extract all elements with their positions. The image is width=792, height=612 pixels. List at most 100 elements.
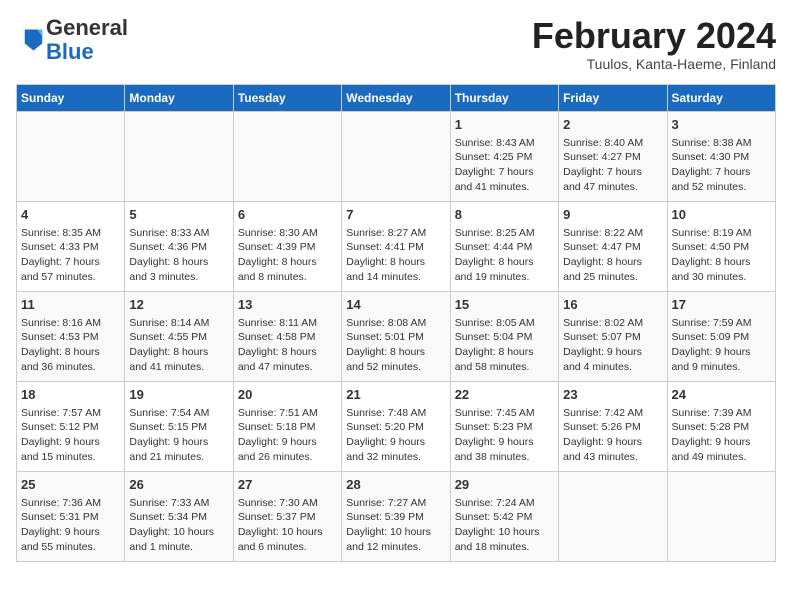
day-number: 26 (129, 476, 228, 494)
page-header: General Blue February 2024 Tuulos, Kanta… (16, 16, 776, 72)
day-number: 27 (238, 476, 337, 494)
header-cell-thursday: Thursday (450, 84, 558, 111)
day-detail: Sunrise: 8:40 AM Sunset: 4:27 PM Dayligh… (563, 136, 662, 195)
day-detail: Sunrise: 7:42 AM Sunset: 5:26 PM Dayligh… (563, 406, 662, 465)
day-number: 15 (455, 296, 554, 314)
day-cell: 7 Sunrise: 8:27 AM Sunset: 4:41 PM Daylig… (342, 201, 450, 291)
week-row-4: 25Sunrise: 7:36 AM Sunset: 5:31 PM Dayli… (17, 471, 776, 561)
week-row-0: 1Sunrise: 8:43 AM Sunset: 4:25 PM Daylig… (17, 111, 776, 201)
day-number: 16 (563, 296, 662, 314)
header-cell-saturday: Saturday (667, 84, 775, 111)
day-number: 12 (129, 296, 228, 314)
week-row-1: 4 Sunrise: 8:35 AM Sunset: 4:33 PM Daylig… (17, 201, 776, 291)
day-detail: Sunrise: 8:22 AM Sunset: 4:47 PM Dayligh… (563, 226, 662, 285)
day-detail: Sunrise: 7:45 AM Sunset: 5:23 PM Dayligh… (455, 406, 554, 465)
day-detail: Sunrise: 8:30 AM Sunset: 4:39 PM Dayligh… (238, 226, 337, 285)
calendar-body: 1Sunrise: 8:43 AM Sunset: 4:25 PM Daylig… (17, 111, 776, 561)
day-cell (17, 111, 125, 201)
logo: General Blue (16, 16, 128, 64)
day-number: 13 (238, 296, 337, 314)
day-cell: 19 Sunrise: 7:54 AM Sunset: 5:15 PM Dayli… (125, 381, 233, 471)
day-cell (125, 111, 233, 201)
day-cell: 29 Sunrise: 7:24 AM Sunset: 5:42 PM Dayli… (450, 471, 558, 561)
day-cell: 2 Sunrise: 8:40 AM Sunset: 4:27 PM Daylig… (559, 111, 667, 201)
day-number: 2 (563, 116, 662, 134)
header-row: SundayMondayTuesdayWednesdayThursdayFrid… (17, 84, 776, 111)
month-title: February 2024 (532, 16, 776, 56)
header-cell-monday: Monday (125, 84, 233, 111)
day-detail: Sunrise: 7:36 AM Sunset: 5:31 PM Dayligh… (21, 496, 120, 555)
day-cell: 5Sunrise: 8:33 AM Sunset: 4:36 PM Daylig… (125, 201, 233, 291)
day-cell: 6 Sunrise: 8:30 AM Sunset: 4:39 PM Daylig… (233, 201, 341, 291)
logo-general: General (46, 15, 128, 40)
day-number: 3 (672, 116, 771, 134)
logo-blue: Blue (46, 39, 94, 64)
day-cell: 8 Sunrise: 8:25 AM Sunset: 4:44 PM Daylig… (450, 201, 558, 291)
day-number: 28 (346, 476, 445, 494)
header-cell-wednesday: Wednesday (342, 84, 450, 111)
day-cell (233, 111, 341, 201)
day-number: 4 (21, 206, 120, 224)
day-number: 24 (672, 386, 771, 404)
day-number: 29 (455, 476, 554, 494)
day-number: 9 (563, 206, 662, 224)
day-cell (559, 471, 667, 561)
day-cell: 15 Sunrise: 8:05 AM Sunset: 5:04 PM Dayli… (450, 291, 558, 381)
day-number: 22 (455, 386, 554, 404)
calendar-table: SundayMondayTuesdayWednesdayThursdayFrid… (16, 84, 776, 562)
day-cell: 1Sunrise: 8:43 AM Sunset: 4:25 PM Daylig… (450, 111, 558, 201)
day-number: 11 (21, 296, 120, 314)
header-cell-tuesday: Tuesday (233, 84, 341, 111)
header-cell-friday: Friday (559, 84, 667, 111)
day-cell: 28 Sunrise: 7:27 AM Sunset: 5:39 PM Dayli… (342, 471, 450, 561)
day-number: 10 (672, 206, 771, 224)
day-number: 7 (346, 206, 445, 224)
day-detail: Sunrise: 8:19 AM Sunset: 4:50 PM Dayligh… (672, 226, 771, 285)
day-cell: 9 Sunrise: 8:22 AM Sunset: 4:47 PM Daylig… (559, 201, 667, 291)
day-cell: 21 Sunrise: 7:48 AM Sunset: 5:20 PM Dayli… (342, 381, 450, 471)
day-detail: Sunrise: 7:51 AM Sunset: 5:18 PM Dayligh… (238, 406, 337, 465)
day-cell: 20 Sunrise: 7:51 AM Sunset: 5:18 PM Dayli… (233, 381, 341, 471)
day-number: 20 (238, 386, 337, 404)
day-detail: Sunrise: 8:27 AM Sunset: 4:41 PM Dayligh… (346, 226, 445, 285)
day-cell: 17Sunrise: 7:59 AM Sunset: 5:09 PM Dayli… (667, 291, 775, 381)
day-cell: 23 Sunrise: 7:42 AM Sunset: 5:26 PM Dayli… (559, 381, 667, 471)
day-detail: Sunrise: 8:02 AM Sunset: 5:07 PM Dayligh… (563, 316, 662, 375)
day-detail: Sunrise: 8:11 AM Sunset: 4:58 PM Dayligh… (238, 316, 337, 375)
day-number: 14 (346, 296, 445, 314)
location: Tuulos, Kanta-Haeme, Finland (532, 56, 776, 72)
day-number: 8 (455, 206, 554, 224)
logo-icon (16, 26, 44, 54)
day-detail: Sunrise: 8:35 AM Sunset: 4:33 PM Dayligh… (21, 226, 120, 285)
day-cell (667, 471, 775, 561)
day-cell: 13 Sunrise: 8:11 AM Sunset: 4:58 PM Dayli… (233, 291, 341, 381)
day-detail: Sunrise: 7:27 AM Sunset: 5:39 PM Dayligh… (346, 496, 445, 555)
calendar-header: SundayMondayTuesdayWednesdayThursdayFrid… (17, 84, 776, 111)
day-detail: Sunrise: 8:25 AM Sunset: 4:44 PM Dayligh… (455, 226, 554, 285)
day-number: 21 (346, 386, 445, 404)
day-detail: Sunrise: 8:05 AM Sunset: 5:04 PM Dayligh… (455, 316, 554, 375)
day-detail: Sunrise: 8:38 AM Sunset: 4:30 PM Dayligh… (672, 136, 771, 195)
day-number: 19 (129, 386, 228, 404)
day-number: 1 (455, 116, 554, 134)
day-cell: 10 Sunrise: 8:19 AM Sunset: 4:50 PM Dayli… (667, 201, 775, 291)
day-detail: Sunrise: 8:08 AM Sunset: 5:01 PM Dayligh… (346, 316, 445, 375)
day-detail: Sunrise: 7:48 AM Sunset: 5:20 PM Dayligh… (346, 406, 445, 465)
day-number: 5 (129, 206, 228, 224)
day-cell: 3 Sunrise: 8:38 AM Sunset: 4:30 PM Daylig… (667, 111, 775, 201)
day-cell: 14 Sunrise: 8:08 AM Sunset: 5:01 PM Dayli… (342, 291, 450, 381)
day-detail: Sunrise: 7:57 AM Sunset: 5:12 PM Dayligh… (21, 406, 120, 465)
day-number: 18 (21, 386, 120, 404)
day-detail: Sunrise: 7:33 AM Sunset: 5:34 PM Dayligh… (129, 496, 228, 555)
day-cell: 16 Sunrise: 8:02 AM Sunset: 5:07 PM Dayli… (559, 291, 667, 381)
title-area: February 2024 Tuulos, Kanta-Haeme, Finla… (532, 16, 776, 72)
day-number: 6 (238, 206, 337, 224)
day-cell: 12Sunrise: 8:14 AM Sunset: 4:55 PM Dayli… (125, 291, 233, 381)
day-number: 23 (563, 386, 662, 404)
day-detail: Sunrise: 7:24 AM Sunset: 5:42 PM Dayligh… (455, 496, 554, 555)
day-detail: Sunrise: 7:54 AM Sunset: 5:15 PM Dayligh… (129, 406, 228, 465)
day-cell: 11Sunrise: 8:16 AM Sunset: 4:53 PM Dayli… (17, 291, 125, 381)
day-cell: 26 Sunrise: 7:33 AM Sunset: 5:34 PM Dayli… (125, 471, 233, 561)
day-cell: 18 Sunrise: 7:57 AM Sunset: 5:12 PM Dayli… (17, 381, 125, 471)
day-cell: 27Sunrise: 7:30 AM Sunset: 5:37 PM Dayli… (233, 471, 341, 561)
